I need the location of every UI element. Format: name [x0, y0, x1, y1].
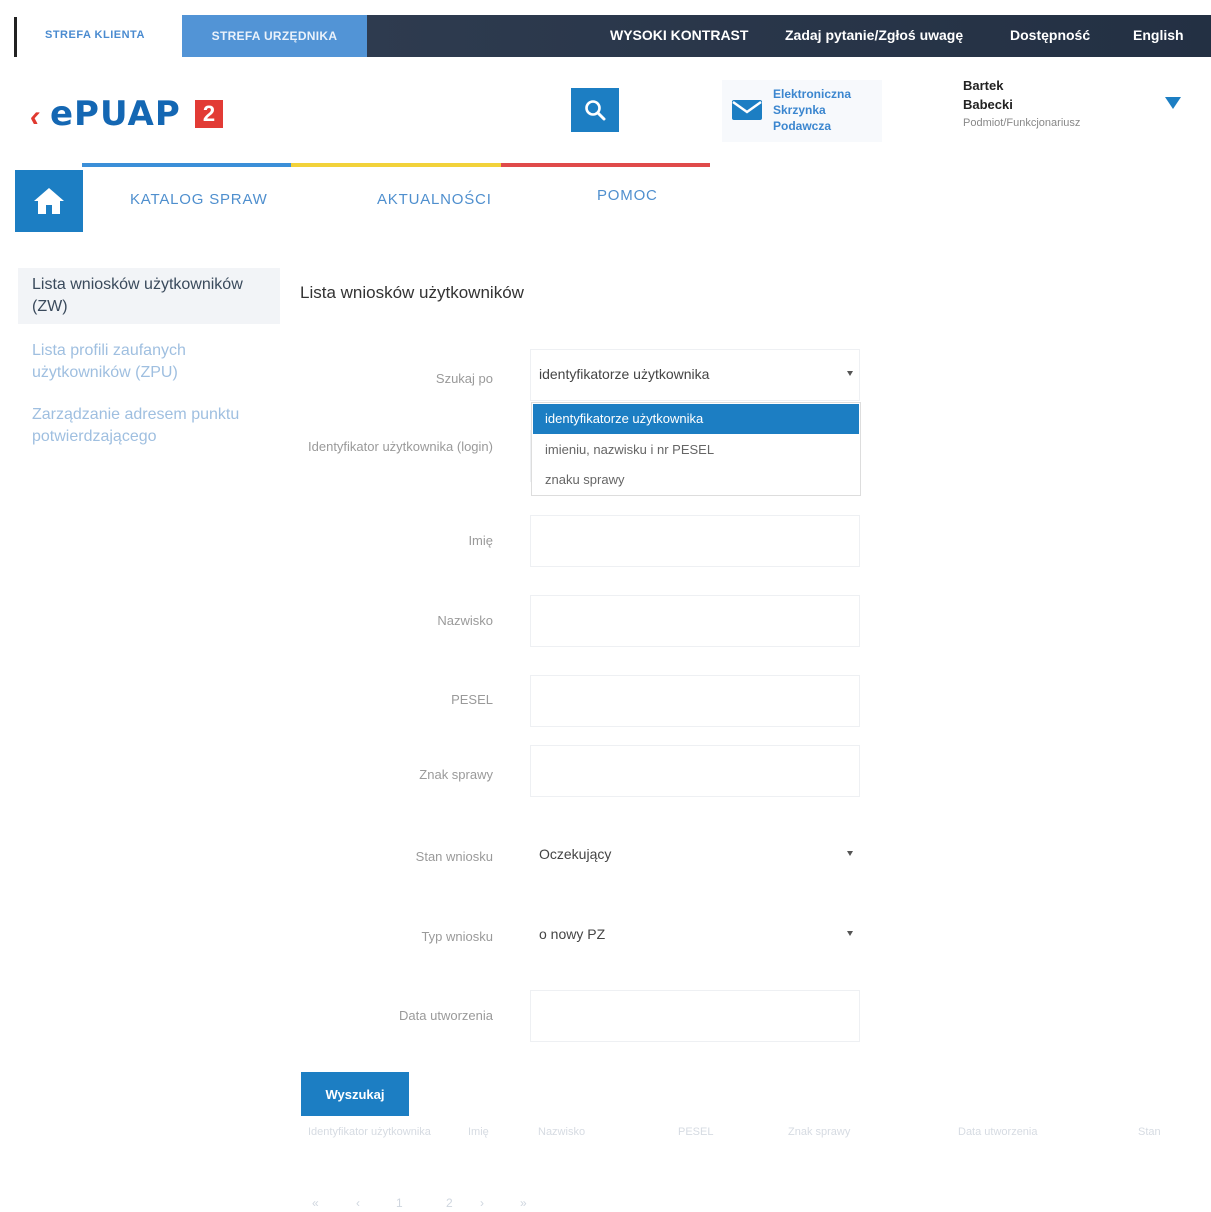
home-icon: [34, 188, 64, 214]
creation-date-input[interactable]: [530, 990, 860, 1042]
user-first-name: Bartek: [963, 78, 1004, 93]
divider: [14, 17, 17, 57]
case-number-label: Znak sprawy: [419, 767, 493, 782]
sidebar-item-lista-wnioskow[interactable]: Lista wniosków użytkowników (ZW): [18, 268, 280, 324]
type-value: o nowy PZ: [539, 926, 606, 942]
pager-first[interactable]: «: [312, 1196, 319, 1210]
utility-bar: WYSOKI KONTRAST Zadaj pytanie/Zgłoś uwag…: [367, 15, 1211, 57]
pager-page[interactable]: 2: [446, 1196, 453, 1210]
type-label: Typ wniosku: [421, 929, 493, 944]
tab-strefa-klienta[interactable]: STREFA KLIENTA: [45, 29, 145, 41]
column-header[interactable]: Znak sprawy: [788, 1126, 850, 1138]
first-name-input[interactable]: [530, 515, 860, 567]
esp-label: Elektroniczna Skrzynka Podawcza: [773, 87, 852, 133]
column-header[interactable]: Stan: [1138, 1126, 1161, 1138]
pager-last[interactable]: »: [520, 1196, 527, 1210]
english-link[interactable]: English: [1133, 27, 1184, 43]
nav-aktualnosci[interactable]: AKTUALNOŚCI: [377, 191, 492, 208]
nav-pomoc[interactable]: POMOC: [597, 187, 658, 204]
creation-date-label: Data utworzenia: [399, 1008, 493, 1023]
type-select[interactable]: o nowy PZ: [530, 909, 860, 961]
chevron-down-icon: [847, 931, 853, 936]
first-name-label: Imię: [468, 533, 493, 548]
nav-katalog-spraw[interactable]: KATALOG SPRAW: [130, 191, 268, 208]
last-name-input[interactable]: [530, 595, 860, 647]
dropdown-option-identifier[interactable]: identyfikatorze użytkownika: [533, 404, 859, 434]
column-header[interactable]: Imię: [468, 1126, 489, 1138]
column-header[interactable]: PESEL: [678, 1126, 713, 1138]
dropdown-option-name-pesel[interactable]: imieniu, nazwisku i nr PESEL: [533, 435, 859, 465]
sidebar-item-zarzadzanie-adresem[interactable]: Zarządzanie adresem punktu potwierdzając…: [18, 398, 280, 454]
logo-badge: 2: [195, 100, 223, 128]
pager-next[interactable]: ›: [480, 1196, 484, 1210]
results-table-header: Identyfikator użytkownika Imię Nazwisko …: [308, 1126, 1178, 1144]
search-by-select[interactable]: identyfikatorze użytkownika: [530, 349, 860, 401]
dropdown-option-case-number[interactable]: znaku sprawy: [533, 465, 859, 495]
column-header[interactable]: Identyfikator użytkownika: [308, 1126, 431, 1138]
column-header[interactable]: Nazwisko: [538, 1126, 585, 1138]
identifier-label: Identyfikator użytkownika (login): [308, 439, 493, 454]
tab-strefa-urzednika[interactable]: STREFA URZĘDNIKA: [182, 15, 367, 57]
user-role: Podmiot/Funkcjonariusz: [963, 117, 1081, 129]
esp-link[interactable]: Elektroniczna Skrzynka Podawcza: [722, 80, 882, 142]
chevron-down-icon: [847, 371, 853, 376]
status-value: Oczekujący: [539, 846, 612, 862]
chevron-down-icon: [847, 851, 853, 856]
pager-page[interactable]: 1: [396, 1196, 403, 1210]
color-stripe: [82, 163, 710, 167]
search-icon: [585, 100, 606, 121]
pesel-input[interactable]: [530, 675, 860, 727]
page-title: Lista wniosków użytkowników: [300, 283, 524, 302]
envelope-icon: [732, 100, 762, 120]
accessibility-link[interactable]: Dostępność: [1010, 27, 1090, 43]
logo-swoosh: ‹: [30, 100, 40, 133]
user-menu[interactable]: Bartek Babecki Podmiot/Funkcjonariusz: [963, 76, 1153, 129]
ask-question-link[interactable]: Zadaj pytanie/Zgłoś uwagę: [785, 27, 963, 43]
status-select[interactable]: Oczekujący: [530, 829, 860, 881]
search-by-value: identyfikatorze użytkownika: [539, 366, 710, 382]
last-name-label: Nazwisko: [437, 613, 493, 628]
search-by-label: Szukaj po: [435, 371, 493, 386]
pesel-label: PESEL: [451, 692, 493, 707]
column-header[interactable]: Data utworzenia: [958, 1126, 1038, 1138]
search-by-dropdown: identyfikatorze użytkownika imieniu, naz…: [531, 402, 861, 496]
logo-text: ePUAP: [50, 94, 181, 134]
search-button[interactable]: [571, 88, 619, 132]
search-submit-button[interactable]: Wyszukaj: [301, 1072, 409, 1116]
status-label: Stan wniosku: [415, 849, 493, 864]
case-number-input[interactable]: [530, 745, 860, 797]
home-button[interactable]: [15, 170, 83, 232]
user-last-name: Babecki: [963, 97, 1013, 112]
pager-prev[interactable]: ‹: [356, 1196, 360, 1210]
high-contrast-link[interactable]: WYSOKI KONTRAST: [610, 27, 748, 43]
chevron-down-icon[interactable]: [1165, 97, 1181, 109]
sidebar-item-lista-profili[interactable]: Lista profili zaufanych użytkowników (ZP…: [18, 334, 280, 390]
top-bar: STREFA KLIENTA STREFA URZĘDNIKA WYSOKI K…: [0, 15, 1211, 57]
